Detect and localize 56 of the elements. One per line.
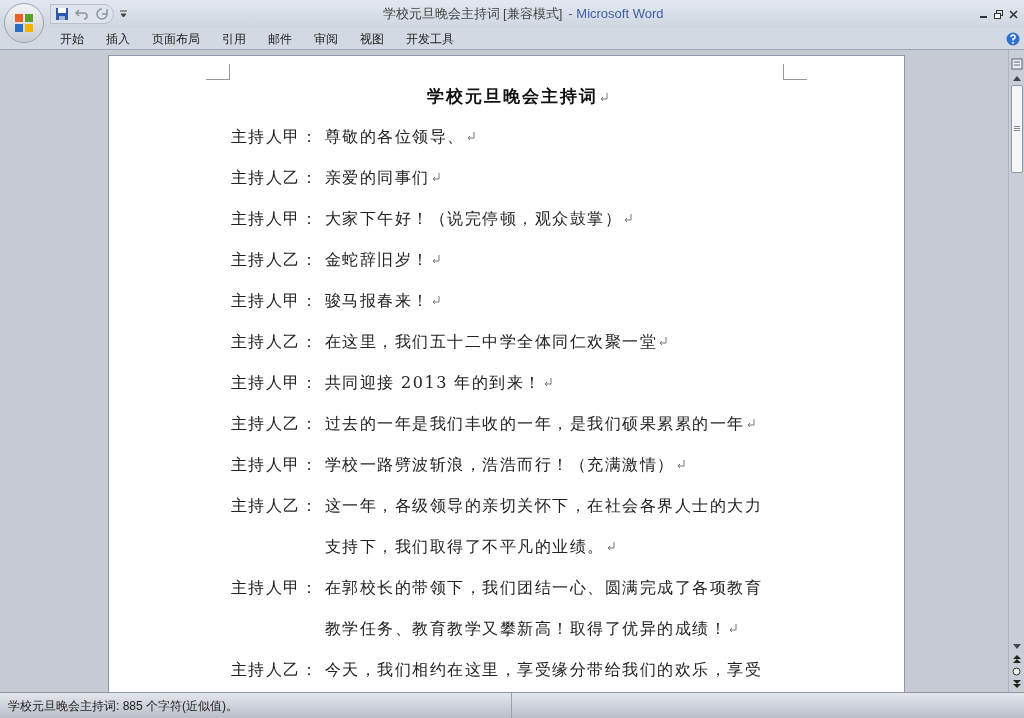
dialogue-text: 这一年，各级领导的亲切关怀下，在社会各界人士的大力: [324, 495, 762, 517]
ruler-toggle-icon[interactable]: [1010, 58, 1023, 70]
next-page-icon[interactable]: [1012, 680, 1021, 688]
vertical-scrollbar[interactable]: [1008, 50, 1024, 692]
speaker-label: 主持人甲：: [230, 290, 319, 312]
dialogue-text: 学校一路劈波斩浪，浩浩而行！（充满激情）: [324, 454, 675, 476]
dialogue-text: 在这里，我们五十二中学全体同仁欢聚一堂: [324, 331, 657, 353]
browse-object-icon[interactable]: [1012, 667, 1021, 676]
grip-icon: [1013, 126, 1020, 132]
speaker-label: 主持人甲：: [230, 208, 319, 230]
dialogue-text: 骏马报春来！: [324, 290, 430, 312]
ribbon-tab[interactable]: 邮件: [258, 28, 302, 49]
ribbon-tab[interactable]: 视图: [350, 28, 394, 49]
close-icon[interactable]: [1009, 9, 1018, 19]
speaker-label: 主持人甲：: [230, 372, 319, 394]
dialogue-text: 金蛇辞旧岁！: [324, 249, 430, 271]
restore-icon[interactable]: [994, 9, 1003, 19]
scroll-down-icon[interactable]: [1012, 644, 1021, 649]
office-logo-icon: [13, 12, 35, 34]
speaker-label: 主持人甲：: [230, 454, 319, 476]
ribbon-tab[interactable]: 审阅: [304, 28, 348, 49]
scroll-up-icon[interactable]: [1012, 76, 1021, 81]
speaker-label: 主持人甲：: [230, 126, 319, 148]
office-button[interactable]: [4, 3, 44, 43]
dialogue-text: 亲爱的同事们: [324, 167, 430, 189]
window-title: 学校元旦晚会主持词 [兼容模式]: [382, 5, 563, 24]
ribbon-tab[interactable]: 开发工具: [396, 28, 464, 49]
ribbon-tab[interactable]: 插入: [96, 28, 140, 49]
dialogue-text: 大家下午好！（说完停顿，观众鼓掌）: [324, 208, 622, 230]
dialogue-text: 过去的一年是我们丰收的一年，是我们硕果累累的一年: [324, 413, 745, 435]
document-title: 学校元旦晚会主持词: [426, 85, 598, 109]
app-name: - Microsoft Word: [568, 5, 664, 24]
status-text: 学校元旦晚会主持词: 885 个字符(近似值)。: [0, 693, 512, 718]
margin-corner-mark: [782, 64, 807, 80]
dialogue-text: 今天，我们相约在这里，享受缘分带给我们的欢乐，享受: [324, 659, 762, 681]
speaker-label: 主持人乙：: [230, 331, 319, 353]
speaker-label: 主持人乙：: [230, 495, 319, 517]
ribbon-tab[interactable]: 开始: [50, 28, 94, 49]
previous-page-icon[interactable]: [1012, 655, 1021, 663]
speaker-label: 主持人甲：: [230, 577, 319, 599]
scrollbar-thumb[interactable]: [1010, 85, 1023, 173]
dialogue-text: 教学任务、教育教学又攀新高！取得了优异的成绩！: [324, 618, 727, 640]
margin-corner-mark: [205, 64, 230, 80]
dialogue-text: 尊敬的各位领导、: [324, 126, 465, 148]
ribbon-tab[interactable]: 页面布局: [142, 28, 210, 49]
speaker-label: 主持人乙：: [230, 659, 319, 681]
speaker-label: 主持人乙：: [230, 249, 319, 271]
ribbon-tab[interactable]: 引用: [212, 28, 256, 49]
help-icon[interactable]: [1006, 31, 1020, 46]
customize-toolbar-icon[interactable]: [120, 10, 127, 18]
save-icon[interactable]: [55, 7, 69, 21]
speaker-label: 主持人乙：: [230, 167, 319, 189]
dialogue-text: 在郭校长的带领下，我们团结一心、圆满完成了各项教育: [324, 577, 762, 599]
speaker-label: 主持人乙：: [230, 413, 319, 435]
dialogue-text: 共同迎接 2013 年的到来！: [324, 372, 542, 394]
dialogue-text: 支持下，我们取得了不平凡的业绩。: [324, 536, 605, 558]
